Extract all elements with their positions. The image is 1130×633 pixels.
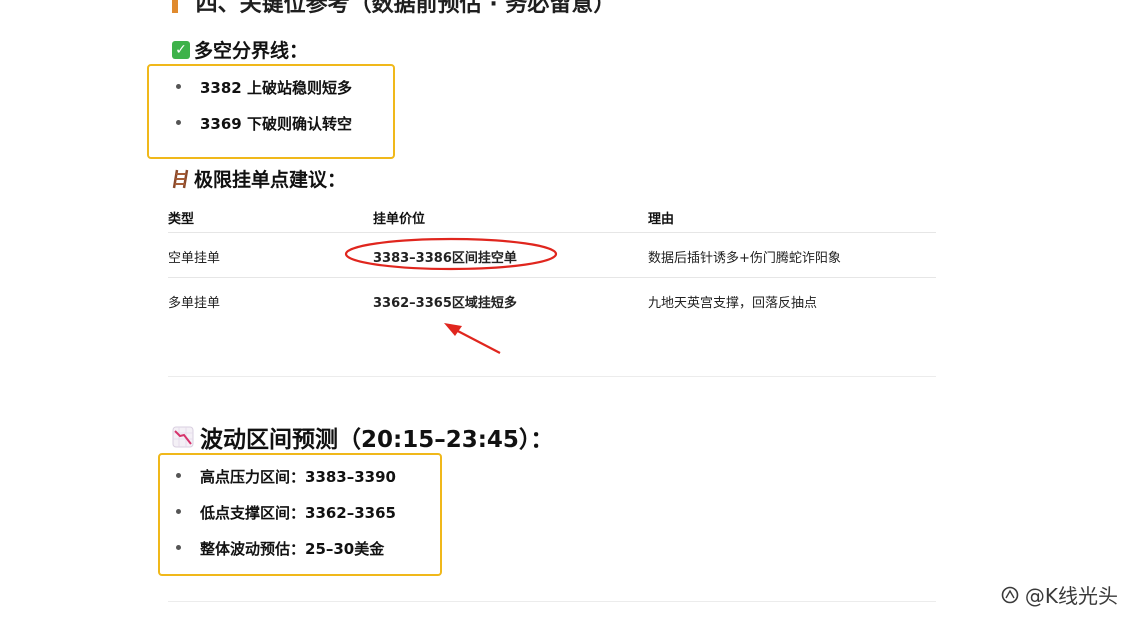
bullet-dot	[176, 473, 181, 478]
bullet-dot	[176, 545, 181, 550]
section-heading-text: 四、关键位参考（数据前预估 · 务必留意）	[195, 0, 616, 17]
table-header-type: 类型	[168, 212, 195, 227]
bullet-dot	[176, 120, 181, 125]
table-cell-reason: 九地天英宫支撑，回落反抽点	[648, 296, 818, 311]
list-item-text: 3369 下破则确认转空	[200, 115, 352, 133]
zhihu-logo-icon	[1001, 586, 1019, 603]
table-header-reason: 理由	[648, 212, 675, 227]
red-arrow-shaft	[451, 327, 501, 354]
bullet-dot	[176, 84, 181, 89]
table-cell-reason: 数据后插针诱多+伤门腾蛇诈阳象	[648, 251, 841, 266]
watermark-text: @K线光头	[1024, 584, 1118, 608]
list-item-text: 3382 上破站稳则短多	[200, 79, 352, 97]
ladder-icon	[172, 169, 189, 188]
section2-heading: 极限挂单点建议：	[172, 165, 346, 192]
red-arrow-head-icon	[444, 323, 462, 336]
list-item-text: 整体波动预估：25–30美金	[200, 540, 385, 558]
red-annotation-overlay	[344, 237, 558, 354]
section-divider	[168, 601, 936, 602]
list-item-text: 低点支撑区间：3362–3365	[200, 504, 396, 522]
check-mark-icon: ✓	[172, 40, 190, 59]
table-cell-type: 空单挂单	[168, 251, 221, 266]
list-item: 整体波动预估：25–30美金	[176, 538, 385, 559]
list-item: 高点压力区间：3383–3390	[176, 466, 396, 487]
section2-title: 极限挂单点建议：	[194, 169, 347, 191]
red-circle-annotation	[344, 237, 558, 271]
bullet-dot	[176, 509, 181, 514]
list-item-text: 高点压力区间：3383–3390	[200, 468, 396, 486]
table-cell-type: 多单挂单	[168, 296, 221, 311]
list-item: 低点支撑区间：3362–3365	[176, 502, 396, 523]
section1-heading: ✓ 多空分界线：	[172, 36, 308, 63]
list-item: 3382 上破站稳则短多	[176, 77, 352, 98]
heading-marker-icon	[172, 0, 178, 13]
section3-title: 波动区间预测（20:15–23:45）：	[200, 427, 554, 453]
section-divider	[168, 376, 936, 377]
section3-heading: 波动区间预测（20:15–23:45）：	[172, 420, 553, 454]
chart-decreasing-icon	[172, 426, 194, 448]
list-item: 3369 下破则确认转空	[176, 113, 352, 134]
section1-title: 多空分界线：	[194, 40, 309, 62]
watermark: @K线光头	[1001, 580, 1118, 609]
section-heading-partial: 四、关键位参考（数据前预估 · 务必留意）	[172, 0, 615, 18]
